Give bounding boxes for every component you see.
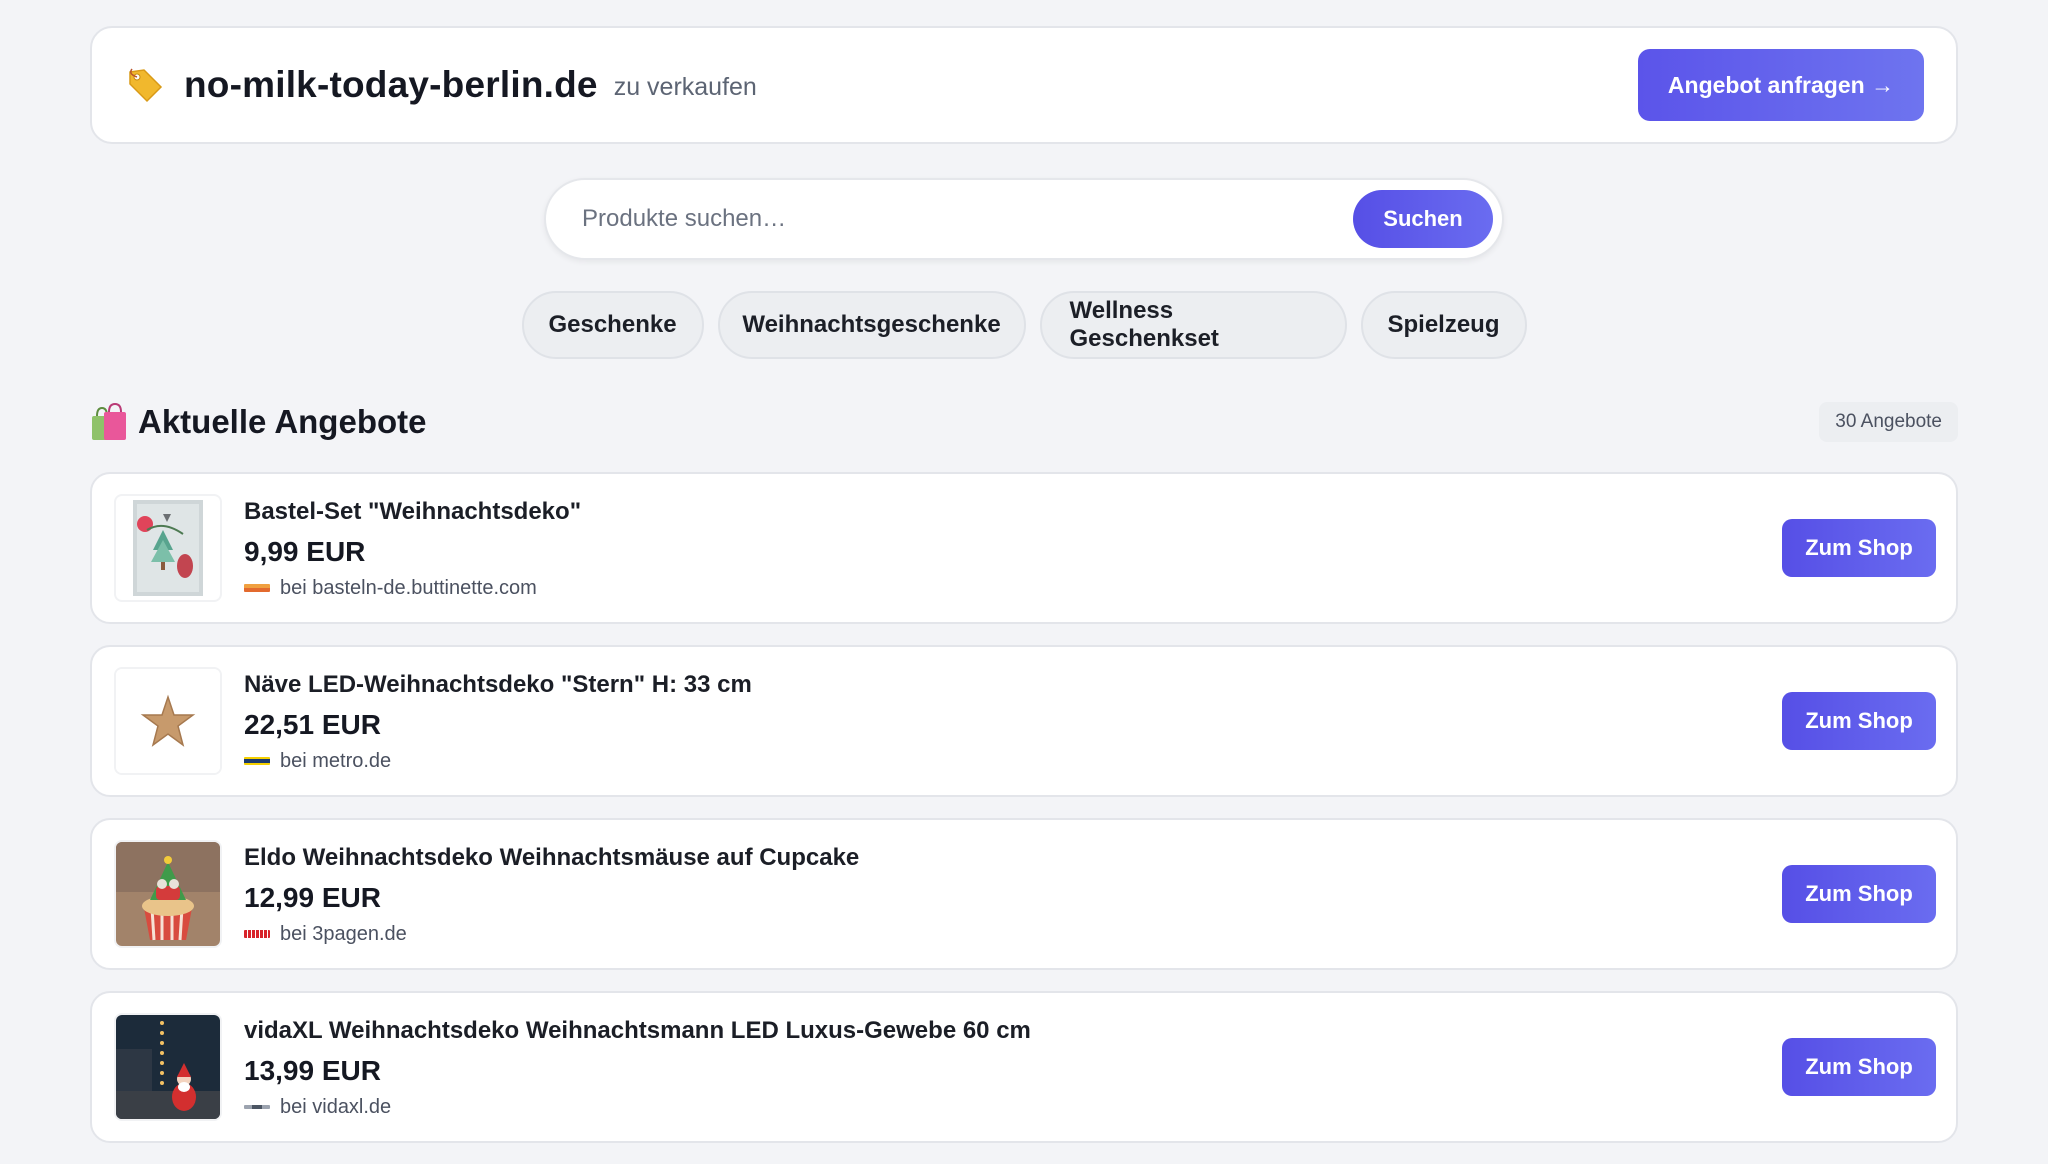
offer-count-badge: 30 Angebote [1819, 402, 1958, 442]
to-shop-button[interactable]: Zum Shop [1782, 519, 1936, 577]
to-shop-button[interactable]: Zum Shop [1782, 1038, 1936, 1096]
search-input[interactable] [582, 205, 1353, 233]
search-bar: Suchen [544, 178, 1504, 260]
shop-name: bei metro.de [280, 749, 392, 772]
shop-logo-icon [244, 1105, 270, 1109]
shop-name: bei basteln-de.buttinette.com [280, 576, 537, 599]
price-tag-icon [126, 66, 164, 104]
category-chip-geschenke[interactable]: Geschenke [521, 291, 704, 359]
shop-name: bei vidaxl.de [280, 1095, 392, 1118]
category-chips: Geschenke Weihnachtsgeschenke Wellness G… [0, 291, 2048, 359]
shopping-bags-icon [90, 402, 128, 442]
product-title[interactable]: Näve LED-Weihnachtsdeko "Stern" H: 33 cm [244, 670, 752, 700]
product-list: Bastel-Set "Weihnachtsdeko" 9,99 EUR bei… [90, 472, 1958, 1164]
domain-header: no-milk-today-berlin.de zu verkaufen Ang… [90, 26, 1958, 144]
category-chip-spielzeug[interactable]: Spielzeug [1360, 291, 1527, 359]
product-card: Näve LED-Weihnachtsdeko "Stern" H: 33 cm… [90, 645, 1958, 797]
product-price: 9,99 EUR [244, 535, 366, 567]
section-title: Aktuelle Angebote [138, 403, 427, 440]
product-price: 13,99 EUR [244, 1054, 381, 1086]
category-chip-wellness-geschenkset[interactable]: Wellness Geschenkset [1039, 291, 1347, 359]
section-header: Aktuelle Angebote 30 Angebote [90, 400, 1958, 444]
product-image [116, 1015, 220, 1119]
shop-logo-icon [244, 584, 270, 592]
to-shop-button[interactable]: Zum Shop [1782, 865, 1936, 923]
search-button[interactable]: Suchen [1353, 190, 1493, 248]
request-offer-button[interactable]: Angebot anfragen → [1638, 49, 1924, 121]
category-chip-weihnachtsgeschenke[interactable]: Weihnachtsgeschenke [717, 291, 1026, 359]
sale-label: zu verkaufen [613, 72, 757, 101]
product-title[interactable]: vidaXL Weihnachtsdeko Weihnachtsmann LED… [244, 1016, 1031, 1046]
domain-name: no-milk-today-berlin.de [184, 64, 598, 105]
shop-name: bei 3pagen.de [280, 922, 407, 945]
product-price: 12,99 EUR [244, 881, 381, 913]
product-image [116, 496, 220, 600]
product-card: Eldo Weihnachtsdeko Weihnachtsmäuse auf … [90, 818, 1958, 970]
product-title[interactable]: Eldo Weihnachtsdeko Weihnachtsmäuse auf … [244, 843, 859, 873]
product-image [116, 842, 220, 946]
shop-logo-icon [244, 930, 270, 938]
product-card: Bastel-Set "Weihnachtsdeko" 9,99 EUR bei… [90, 472, 1958, 624]
product-title[interactable]: Bastel-Set "Weihnachtsdeko" [244, 497, 581, 527]
product-card: vidaXL Weihnachtsdeko Weihnachtsmann LED… [90, 991, 1958, 1143]
product-price: 22,51 EUR [244, 708, 381, 740]
to-shop-button[interactable]: Zum Shop [1782, 692, 1936, 750]
product-image [116, 669, 220, 773]
shop-logo-icon [244, 757, 270, 765]
